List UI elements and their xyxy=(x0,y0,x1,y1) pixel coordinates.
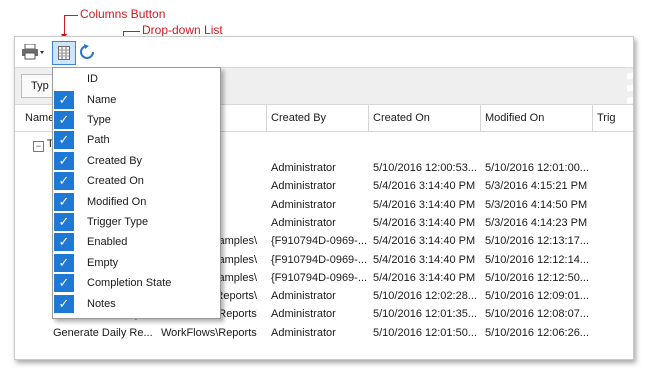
cell-modified-on: 5/10/2016 12:08:07... xyxy=(485,308,589,321)
printer-icon xyxy=(22,44,44,60)
columns-button[interactable] xyxy=(52,41,76,65)
cell-created-on: 5/4/2016 3:14:40 PM xyxy=(373,198,476,211)
dropdown-item-label: Type xyxy=(87,113,111,126)
table-row[interactable]: Generate Daily Re... WorkFlows\Reports\ Ad… xyxy=(15,324,633,342)
dropdown-item-path[interactable]: ✓ Path xyxy=(53,130,220,150)
collapse-group-button[interactable]: − xyxy=(33,141,44,152)
refresh-button[interactable] xyxy=(77,41,97,63)
cell-created-by: Administrator xyxy=(271,180,336,193)
dropdown-item-label: Completion State xyxy=(87,277,172,290)
checkbox-icon[interactable]: ✓ xyxy=(54,274,74,293)
dropdown-item-label: Created By xyxy=(87,154,143,167)
cell-created-on: 5/4/2016 3:14:40 PM xyxy=(373,253,476,266)
checkbox-icon[interactable] xyxy=(54,70,74,88)
column-header-modified-on[interactable]: Modified On xyxy=(481,105,593,131)
dropdown-item-label: Enabled xyxy=(87,236,128,249)
column-header-created-on[interactable]: Created On xyxy=(369,105,481,131)
dropdown-item-label: Modified On xyxy=(87,195,147,208)
checkbox-icon[interactable]: ✓ xyxy=(54,253,74,272)
cell-created-on: 5/10/2016 12:00:53... xyxy=(373,162,477,174)
cell-created-by: {F910794D-0969-... xyxy=(271,235,368,248)
cell-modified-on: 5/10/2016 12:12:14... xyxy=(485,253,589,266)
dropdown-item-label: Empty xyxy=(87,256,119,269)
checkbox-icon[interactable]: ✓ xyxy=(54,212,74,231)
cell-created-by: Administrator xyxy=(271,216,336,229)
cell-path: WorkFlows\Reports\ xyxy=(161,326,257,339)
dropdown-annotation-line xyxy=(123,31,140,32)
dropdown-item-label: ID xyxy=(87,73,98,86)
dropdown-item-label: Trigger Type xyxy=(87,215,149,228)
checkbox-icon[interactable]: ✓ xyxy=(54,294,74,313)
cell-created-by: Administrator xyxy=(271,162,336,174)
checkbox-icon[interactable]: ✓ xyxy=(54,172,74,191)
cell-created-by: {F910794D-0969-... xyxy=(271,271,368,284)
cell-created-by: Administrator xyxy=(271,326,336,339)
column-header-created-by[interactable]: Created By xyxy=(267,105,369,131)
cell-name: Generate Daily Re... xyxy=(53,326,153,339)
checkbox-icon[interactable]: ✓ xyxy=(54,131,74,150)
cell-created-by: Administrator xyxy=(271,308,336,321)
toolbar xyxy=(15,37,633,68)
cell-modified-on: 5/3/2016 4:14:23 PM xyxy=(485,216,588,229)
dropdown-item-id[interactable]: ID xyxy=(53,69,220,89)
columns-dropdown-list: ID ✓ Name ✓ Type ✓ Path ✓ Created By ✓ Created On ✓… xyxy=(52,67,221,319)
dropdown-item-notes[interactable]: ✓ Notes xyxy=(53,293,220,313)
dropdown-item-created-on[interactable]: ✓ Created On xyxy=(53,171,220,191)
cell-created-on: 5/10/2016 12:02:28... xyxy=(373,290,477,303)
checkbox-icon[interactable]: ✓ xyxy=(54,233,74,252)
checkbox-icon[interactable]: ✓ xyxy=(54,90,74,109)
dropdown-item-label: Notes xyxy=(87,297,116,310)
cell-modified-on: 5/10/2016 12:01:00... xyxy=(485,162,589,174)
dropdown-item-trigger-type[interactable]: ✓ Trigger Type xyxy=(53,212,220,232)
cell-created-by: Administrator xyxy=(271,290,336,303)
cell-created-by: Administrator xyxy=(271,198,336,211)
dropdown-item-label: Name xyxy=(87,93,117,106)
cell-created-by: {F910794D-0969-... xyxy=(271,253,368,266)
checkbox-icon[interactable]: ✓ xyxy=(54,110,74,129)
columns-icon xyxy=(58,46,70,60)
dropdown-list-annotation: Drop-down List xyxy=(142,23,223,37)
print-button[interactable] xyxy=(19,41,47,63)
torn-edge xyxy=(627,37,633,359)
dropdown-item-created-by[interactable]: ✓ Created By xyxy=(53,151,220,171)
cell-created-on: 5/10/2016 12:01:35... xyxy=(373,308,477,321)
dropdown-item-type[interactable]: ✓ Type xyxy=(53,110,220,130)
cell-modified-on: 5/10/2016 12:12:50... xyxy=(485,271,589,284)
dropdown-item-empty[interactable]: ✓ Empty xyxy=(53,253,220,273)
dropdown-item-name[interactable]: ✓ Name xyxy=(53,89,220,109)
cell-modified-on: 5/3/2016 4:14:50 PM xyxy=(485,198,588,211)
dropdown-item-label: Path xyxy=(87,134,110,147)
dropdown-item-label: Created On xyxy=(87,175,144,188)
columns-button-annotation: Columns Button xyxy=(80,7,166,21)
cell-created-on: 5/4/2016 3:14:40 PM xyxy=(373,216,476,229)
cell-modified-on: 5/10/2016 12:13:17... xyxy=(485,235,589,248)
cell-modified-on: 5/10/2016 12:09:01... xyxy=(485,290,589,303)
cell-created-on: 5/4/2016 3:14:40 PM xyxy=(373,180,476,193)
checkbox-icon[interactable]: ✓ xyxy=(54,192,74,211)
cell-modified-on: 5/3/2016 4:15:21 PM xyxy=(485,180,588,193)
checkbox-icon[interactable]: ✓ xyxy=(54,151,74,170)
cell-created-on: 5/4/2016 3:14:40 PM xyxy=(373,271,476,284)
dropdown-item-completion-state[interactable]: ✓ Completion State xyxy=(53,273,220,293)
cell-created-on: 5/4/2016 3:14:40 PM xyxy=(373,235,476,248)
cell-modified-on: 5/10/2016 12:06:26... xyxy=(485,326,589,339)
columns-annotation-line-v xyxy=(64,15,65,35)
cell-created-on: 5/10/2016 12:01:50... xyxy=(373,326,477,339)
refresh-icon xyxy=(80,44,94,59)
columns-annotation-line xyxy=(64,15,78,16)
dropdown-item-modified-on[interactable]: ✓ Modified On xyxy=(53,191,220,211)
dropdown-item-enabled[interactable]: ✓ Enabled xyxy=(53,232,220,252)
